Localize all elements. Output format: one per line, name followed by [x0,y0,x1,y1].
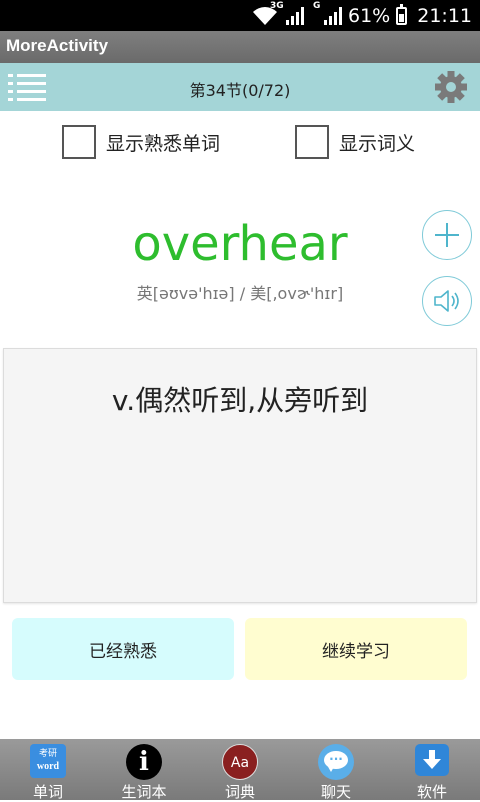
section-header: 第34节(0/72) [0,63,480,111]
tab-wordbook[interactable]: i 生词本 [96,739,192,801]
tab-software-label: 软件 [416,783,447,801]
word-meaning: v.偶然听到,从旁听到 [111,384,369,417]
download-icon [415,744,449,776]
info-icon-glyph: i [139,747,149,777]
dictionary-icon-glyph: Aa [230,755,250,771]
network-type-3g: 3G [270,0,284,11]
app-title-bar: MoreActivity [0,31,480,63]
show-familiar-option[interactable]: 显示熟悉单词 [62,124,220,160]
tab-words[interactable]: 考研 word 单词 [0,739,96,801]
meaning-card: v.偶然听到,从旁听到 [3,348,477,603]
status-icons: 3G G 61% 21:11 [252,1,472,28]
signal-3g-icon: 3G [270,1,304,25]
battery-icon [396,3,408,25]
gear-icon[interactable] [434,70,468,104]
continue-learning-button[interactable]: 继续学习 [245,618,467,680]
show-familiar-checkbox[interactable] [62,125,96,159]
tab-dictionary[interactable]: Aa 词典 [192,739,288,801]
network-type-g: G [313,0,321,11]
phonetic-transcription: 英[əʊvə'hɪə] / 美[,ovɚ'hɪr] [136,284,344,303]
tab-dictionary-label: 词典 [224,783,255,801]
status-bar: 3G G 61% 21:11 [0,0,480,31]
chat-icon-glyph: ··· [329,752,343,766]
chat-icon: ··· [318,744,354,780]
app-title: MoreActivity [6,36,109,55]
show-familiar-label: 显示熟悉单词 [106,132,221,155]
show-meaning-label: 显示词义 [339,132,416,155]
tab-words-label: 单词 [32,783,63,801]
tab-software[interactable]: 软件 [384,739,480,801]
mark-familiar-button[interactable]: 已经熟悉 [12,618,234,680]
tab-chat-label: 聊天 [320,783,351,801]
dictionary-icon: Aa [222,744,258,780]
bottom-tab-bar: 考研 word 单词 i 生词本 Aa 词典 ··· 聊天 软件 [0,739,480,801]
tab-wordbook-label: 生词本 [121,783,167,801]
show-meaning-option[interactable]: 显示词义 [295,124,415,160]
vocabulary-word: overhear [132,216,348,272]
clock: 21:11 [417,4,472,27]
add-to-wordbook-button[interactable] [422,210,472,260]
word-icon-bottom-text: word [36,761,60,772]
show-meaning-checkbox[interactable] [295,125,329,159]
battery-percent: 61% [348,4,391,27]
speaker-icon [433,289,459,312]
word-app-icon: 考研 word [30,744,66,778]
tab-chat[interactable]: ··· 聊天 [288,739,384,801]
section-title: 第34节(0/72) [189,81,291,100]
play-pronunciation-button[interactable] [422,276,472,326]
info-icon: i [126,744,162,780]
signal-g-icon: G [313,1,342,25]
continue-learning-label: 继续学习 [322,641,390,662]
mark-familiar-label: 已经熟悉 [89,641,157,662]
word-icon-top-text: 考研 [38,749,57,759]
plus-icon [434,222,459,247]
